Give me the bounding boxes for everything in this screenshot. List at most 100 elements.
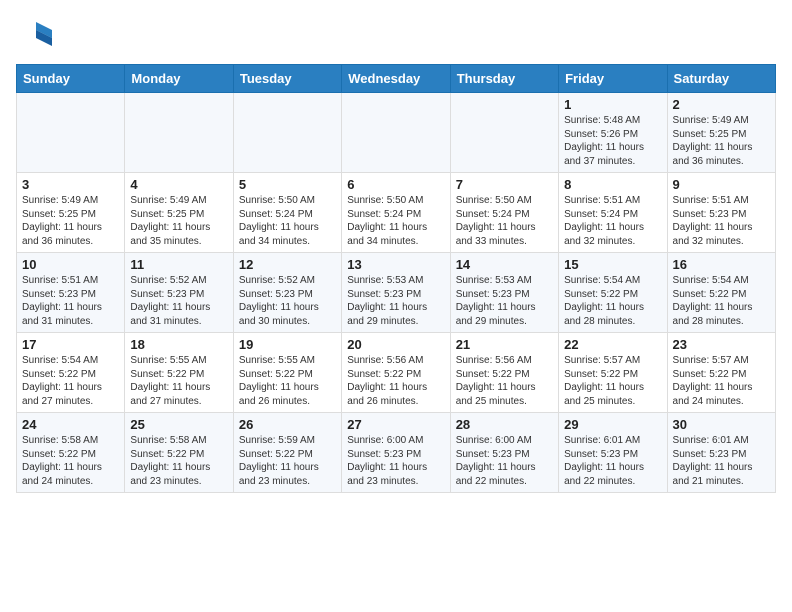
day-number: 16 [673, 257, 770, 272]
day-number: 3 [22, 177, 119, 192]
calendar-cell: 11 Sunrise: 5:52 AM Sunset: 5:23 PM Dayli… [125, 253, 233, 333]
calendar-cell: 10 Sunrise: 5:51 AM Sunset: 5:23 PM Dayli… [17, 253, 125, 333]
day-info: Sunrise: 5:59 AM Sunset: 5:22 PM Dayligh… [239, 434, 336, 488]
day-number: 25 [130, 417, 227, 432]
day-number: 6 [347, 177, 444, 192]
day-info: Sunrise: 5:50 AM Sunset: 5:24 PM Dayligh… [456, 194, 553, 248]
calendar-cell [17, 93, 125, 173]
calendar-col-header: Wednesday [342, 65, 450, 93]
day-info: Sunrise: 5:53 AM Sunset: 5:23 PM Dayligh… [347, 274, 444, 328]
day-info: Sunrise: 6:00 AM Sunset: 5:23 PM Dayligh… [347, 434, 444, 488]
day-info: Sunrise: 5:54 AM Sunset: 5:22 PM Dayligh… [673, 274, 770, 328]
day-info: Sunrise: 5:49 AM Sunset: 5:25 PM Dayligh… [130, 194, 227, 248]
calendar-cell: 6 Sunrise: 5:50 AM Sunset: 5:24 PM Daylig… [342, 173, 450, 253]
calendar-col-header: Friday [559, 65, 667, 93]
day-info: Sunrise: 5:51 AM Sunset: 5:23 PM Dayligh… [673, 194, 770, 248]
day-number: 8 [564, 177, 661, 192]
day-info: Sunrise: 5:52 AM Sunset: 5:23 PM Dayligh… [130, 274, 227, 328]
day-number: 28 [456, 417, 553, 432]
calendar-cell: 18 Sunrise: 5:55 AM Sunset: 5:22 PM Dayli… [125, 333, 233, 413]
calendar-row: 1 Sunrise: 5:48 AM Sunset: 5:26 PM Daylig… [17, 93, 776, 173]
day-number: 29 [564, 417, 661, 432]
day-number: 9 [673, 177, 770, 192]
day-info: Sunrise: 5:49 AM Sunset: 5:25 PM Dayligh… [22, 194, 119, 248]
calendar-cell: 16 Sunrise: 5:54 AM Sunset: 5:22 PM Dayli… [667, 253, 775, 333]
day-number: 4 [130, 177, 227, 192]
calendar-cell: 17Sunrise: 5:54 AM Sunset: 5:22 PM Dayli… [17, 333, 125, 413]
calendar-cell: 4 Sunrise: 5:49 AM Sunset: 5:25 PM Daylig… [125, 173, 233, 253]
calendar-cell: 3 Sunrise: 5:49 AM Sunset: 5:25 PM Daylig… [17, 173, 125, 253]
day-info: Sunrise: 5:58 AM Sunset: 5:22 PM Dayligh… [22, 434, 119, 488]
calendar-cell: 5Sunrise: 5:50 AM Sunset: 5:24 PM Daylig… [233, 173, 341, 253]
day-number: 24 [22, 417, 119, 432]
calendar-col-header: Sunday [17, 65, 125, 93]
calendar-row: 3 Sunrise: 5:49 AM Sunset: 5:25 PM Daylig… [17, 173, 776, 253]
day-number: 1 [564, 97, 661, 112]
day-info: Sunrise: 6:01 AM Sunset: 5:23 PM Dayligh… [564, 434, 661, 488]
day-info: Sunrise: 6:01 AM Sunset: 5:23 PM Dayligh… [673, 434, 770, 488]
calendar-cell: 28 Sunrise: 6:00 AM Sunset: 5:23 PM Dayli… [450, 413, 558, 493]
day-number: 15 [564, 257, 661, 272]
calendar-cell [233, 93, 341, 173]
calendar-cell: 8 Sunrise: 5:51 AM Sunset: 5:24 PM Daylig… [559, 173, 667, 253]
logo [16, 16, 56, 52]
day-info: Sunrise: 5:51 AM Sunset: 5:23 PM Dayligh… [22, 274, 119, 328]
day-number: 17 [22, 337, 119, 352]
calendar-cell: 25 Sunrise: 5:58 AM Sunset: 5:22 PM Dayli… [125, 413, 233, 493]
calendar-cell: 26 Sunrise: 5:59 AM Sunset: 5:22 PM Dayli… [233, 413, 341, 493]
calendar-cell [125, 93, 233, 173]
day-info: Sunrise: 5:54 AM Sunset: 5:22 PM Dayligh… [564, 274, 661, 328]
calendar-cell: 24 Sunrise: 5:58 AM Sunset: 5:22 PM Dayli… [17, 413, 125, 493]
day-info: Sunrise: 5:58 AM Sunset: 5:22 PM Dayligh… [130, 434, 227, 488]
calendar-cell: 21 Sunrise: 5:56 AM Sunset: 5:22 PM Dayli… [450, 333, 558, 413]
day-info: Sunrise: 5:57 AM Sunset: 5:22 PM Dayligh… [673, 354, 770, 408]
calendar-cell: 30 Sunrise: 6:01 AM Sunset: 5:23 PM Dayli… [667, 413, 775, 493]
day-info: Sunrise: 5:49 AM Sunset: 5:25 PM Dayligh… [673, 114, 770, 168]
calendar-table: SundayMondayTuesdayWednesdayThursdayFrid… [16, 64, 776, 493]
calendar-header-row: SundayMondayTuesdayWednesdayThursdayFrid… [17, 65, 776, 93]
logo-icon [16, 16, 52, 52]
day-info: Sunrise: 6:00 AM Sunset: 5:23 PM Dayligh… [456, 434, 553, 488]
calendar-cell: 13Sunrise: 5:53 AM Sunset: 5:23 PM Dayli… [342, 253, 450, 333]
calendar-cell: 7Sunrise: 5:50 AM Sunset: 5:24 PM Daylig… [450, 173, 558, 253]
day-info: Sunrise: 5:55 AM Sunset: 5:22 PM Dayligh… [130, 354, 227, 408]
calendar-cell: 14 Sunrise: 5:53 AM Sunset: 5:23 PM Dayli… [450, 253, 558, 333]
calendar-row: 10 Sunrise: 5:51 AM Sunset: 5:23 PM Dayli… [17, 253, 776, 333]
calendar-cell: 23 Sunrise: 5:57 AM Sunset: 5:22 PM Dayli… [667, 333, 775, 413]
day-number: 10 [22, 257, 119, 272]
day-number: 20 [347, 337, 444, 352]
calendar-cell: 19Sunrise: 5:55 AM Sunset: 5:22 PM Dayli… [233, 333, 341, 413]
calendar-cell: 29 Sunrise: 6:01 AM Sunset: 5:23 PM Dayli… [559, 413, 667, 493]
day-info: Sunrise: 5:51 AM Sunset: 5:24 PM Dayligh… [564, 194, 661, 248]
day-number: 22 [564, 337, 661, 352]
day-info: Sunrise: 5:50 AM Sunset: 5:24 PM Dayligh… [347, 194, 444, 248]
calendar-cell: 20Sunrise: 5:56 AM Sunset: 5:22 PM Dayli… [342, 333, 450, 413]
calendar-col-header: Tuesday [233, 65, 341, 93]
calendar-cell: 12Sunrise: 5:52 AM Sunset: 5:23 PM Dayli… [233, 253, 341, 333]
calendar-col-header: Thursday [450, 65, 558, 93]
day-number: 21 [456, 337, 553, 352]
calendar-cell [450, 93, 558, 173]
day-number: 30 [673, 417, 770, 432]
day-number: 23 [673, 337, 770, 352]
calendar-row: 17Sunrise: 5:54 AM Sunset: 5:22 PM Dayli… [17, 333, 776, 413]
day-info: Sunrise: 5:48 AM Sunset: 5:26 PM Dayligh… [564, 114, 661, 168]
calendar-cell: 22Sunrise: 5:57 AM Sunset: 5:22 PM Dayli… [559, 333, 667, 413]
day-info: Sunrise: 5:56 AM Sunset: 5:22 PM Dayligh… [456, 354, 553, 408]
calendar-cell: 2 Sunrise: 5:49 AM Sunset: 5:25 PM Daylig… [667, 93, 775, 173]
day-number: 18 [130, 337, 227, 352]
day-number: 2 [673, 97, 770, 112]
day-number: 19 [239, 337, 336, 352]
calendar-cell: 1 Sunrise: 5:48 AM Sunset: 5:26 PM Daylig… [559, 93, 667, 173]
day-info: Sunrise: 5:50 AM Sunset: 5:24 PM Dayligh… [239, 194, 336, 248]
day-number: 14 [456, 257, 553, 272]
page-header [16, 16, 776, 52]
day-number: 11 [130, 257, 227, 272]
day-info: Sunrise: 5:53 AM Sunset: 5:23 PM Dayligh… [456, 274, 553, 328]
day-number: 26 [239, 417, 336, 432]
day-number: 27 [347, 417, 444, 432]
calendar-cell: 27 Sunrise: 6:00 AM Sunset: 5:23 PM Dayli… [342, 413, 450, 493]
calendar-cell [342, 93, 450, 173]
day-info: Sunrise: 5:52 AM Sunset: 5:23 PM Dayligh… [239, 274, 336, 328]
calendar-col-header: Monday [125, 65, 233, 93]
